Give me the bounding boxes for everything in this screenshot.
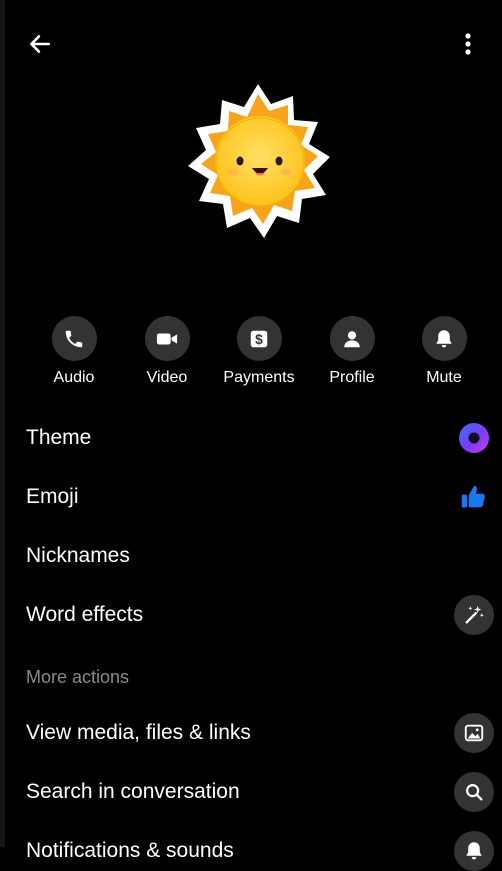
search-conversation-row[interactable]: Search in conversation: [26, 772, 494, 812]
audio-label: Audio: [53, 369, 95, 386]
word-effects-indicator: [454, 595, 494, 635]
payments-circle[interactable]: $: [236, 316, 282, 361]
video-call-button[interactable]: Video: [122, 316, 212, 387]
video-call-circle[interactable]: [144, 316, 190, 361]
mute-button[interactable]: Mute: [399, 316, 489, 387]
vertical-dots-icon: [465, 33, 471, 55]
search-conversation-indicator: [454, 772, 494, 812]
audio-call-circle[interactable]: [51, 316, 97, 361]
nicknames-label: Nicknames: [26, 544, 130, 567]
quick-actions-row: Audio Video $ Payments Profile Mute: [0, 316, 502, 396]
magic-wand-icon: [465, 605, 484, 624]
notifications-sounds-label: Notifications & sounds: [26, 839, 234, 862]
dollar-icon: $: [250, 330, 268, 347]
more-actions-header: More actions: [26, 667, 130, 687]
nicknames-row[interactable]: Nicknames: [26, 536, 494, 576]
conversation-avatar[interactable]: [176, 82, 340, 246]
arrow-left-icon: [30, 35, 50, 53]
video-camera-icon: [156, 333, 178, 344]
back-button[interactable]: [24, 28, 56, 60]
emoji-row[interactable]: Emoji: [26, 477, 494, 517]
notifications-sounds-indicator: [454, 831, 494, 871]
view-media-label: View media, files & links: [26, 721, 251, 744]
left-edge-divider: [0, 0, 5, 847]
audio-call-button[interactable]: Audio: [29, 316, 119, 387]
person-icon: [344, 330, 360, 347]
mute-circle[interactable]: [421, 316, 467, 361]
bell-icon: [466, 842, 482, 860]
bell-icon: [436, 329, 452, 347]
payments-label: Payments: [223, 369, 295, 386]
svg-text:$: $: [255, 332, 263, 347]
profile-label: Profile: [329, 369, 375, 386]
more-options-button[interactable]: [452, 28, 484, 60]
theme-label: Theme: [26, 426, 92, 449]
notifications-sounds-row[interactable]: Notifications & sounds: [26, 831, 494, 871]
view-media-row[interactable]: View media, files & links: [26, 713, 494, 753]
mute-label: Mute: [426, 369, 462, 386]
emoji-label: Emoji: [26, 485, 79, 508]
profile-button[interactable]: Profile: [307, 316, 397, 387]
theme-color-dot-icon: [459, 423, 489, 453]
payments-button[interactable]: $ Payments: [214, 316, 304, 387]
view-media-indicator: [454, 713, 494, 753]
theme-row[interactable]: Theme: [26, 418, 494, 458]
smiling-sun-sticker: [188, 84, 330, 238]
search-icon: [466, 784, 483, 801]
thumbs-up-icon: [461, 485, 485, 508]
emoji-indicator: [454, 477, 494, 517]
search-conversation-label: Search in conversation: [26, 780, 240, 803]
image-icon: [464, 724, 484, 742]
phone-icon: [65, 330, 83, 347]
video-label: Video: [146, 369, 188, 386]
profile-circle[interactable]: [329, 316, 375, 361]
word-effects-label: Word effects: [26, 603, 144, 626]
theme-indicator: [454, 418, 494, 458]
word-effects-row[interactable]: Word effects: [26, 595, 494, 635]
